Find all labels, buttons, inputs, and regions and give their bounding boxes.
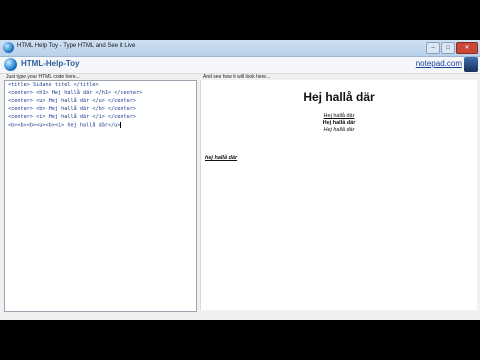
code-line: <center> <i> Hej hallå där </i> </center… <box>8 114 137 120</box>
code-line-current: <b><b><b><u><b><i> hej hallå där</u> <box>8 122 122 129</box>
html-code-editor[interactable]: <title> Sidans titel </title> <center> <… <box>4 80 197 312</box>
app-icon <box>3 42 14 53</box>
live-preview-pane: Hej hallå där Hej hallå där Hej hallå dä… <box>200 80 477 310</box>
app-window: HTML Help Toy - Type HTML and See it Liv… <box>0 40 480 320</box>
notepad-link[interactable]: notepad.com <box>416 59 462 68</box>
window-title: HTML Help Toy - Type HTML and See it Liv… <box>17 43 136 49</box>
close-button[interactable]: ✕ <box>456 42 478 54</box>
text-cursor <box>120 122 122 128</box>
preview-heading: Hej hallå där <box>303 90 375 104</box>
preview-bold-text: Hej hallå där <box>322 120 356 126</box>
preview-italic-text: Hej hallå där <box>323 127 355 133</box>
title-bar: HTML Help Toy - Type HTML and See it Liv… <box>0 40 480 57</box>
maximize-button[interactable]: □ <box>441 42 455 54</box>
preview-last-text: hej hallå där <box>205 155 238 161</box>
code-line-text: <b><b><b><u><b><i> hej hallå där</u> <box>8 122 121 129</box>
user-avatar-icon <box>464 57 478 72</box>
preview-underline-text: Hej hallå där <box>323 113 355 119</box>
globe-icon <box>4 58 17 71</box>
code-line: <center> <b> Hej hallå där </b> </center… <box>8 106 137 112</box>
code-line: <center> <u> Hej hallå där </u> </center… <box>8 98 137 104</box>
code-line: <title> Sidans titel </title> <box>8 82 99 88</box>
window-controls: – □ ✕ <box>426 42 478 54</box>
app-header: HTML-Help-Toy notepad.com <box>0 57 480 74</box>
app-name: HTML-Help-Toy <box>21 59 80 68</box>
minimize-button[interactable]: – <box>426 42 440 54</box>
code-line: <center> <h1> Hej hallå där </h1> </cent… <box>8 90 143 96</box>
